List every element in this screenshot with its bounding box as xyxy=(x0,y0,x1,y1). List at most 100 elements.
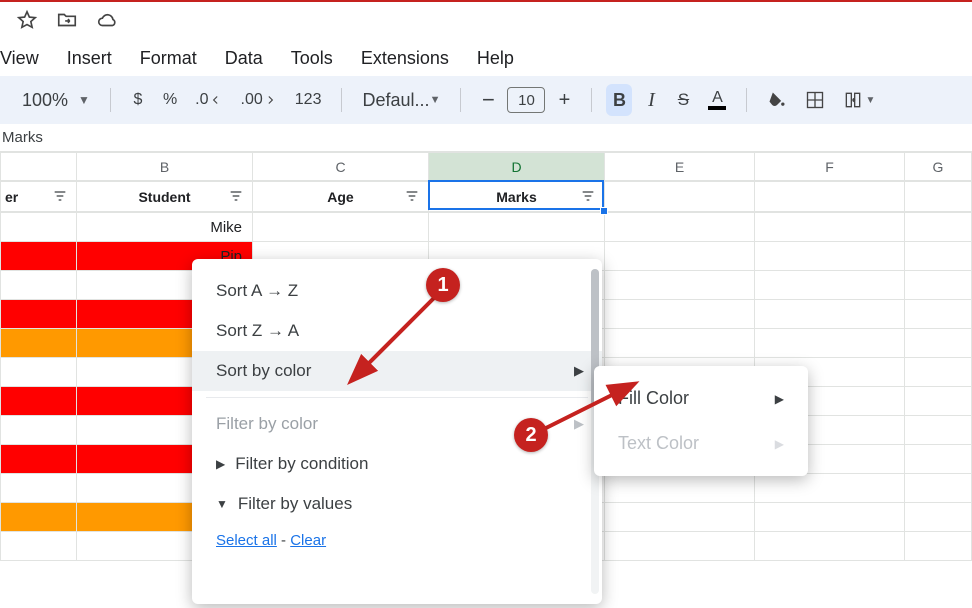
cell-empty[interactable] xyxy=(605,271,755,300)
menu-format[interactable]: Format xyxy=(140,42,197,75)
star-icon[interactable] xyxy=(16,9,38,34)
header-empty-g[interactable] xyxy=(905,182,972,212)
table-row[interactable]: Mike xyxy=(1,213,972,242)
cell-marks[interactable] xyxy=(429,213,605,242)
cell-empty[interactable] xyxy=(905,300,972,329)
cell-empty[interactable] xyxy=(755,213,905,242)
strikethrough-button[interactable]: S xyxy=(670,84,696,116)
col-letter-d[interactable]: D xyxy=(429,153,605,181)
zoom-dropdown[interactable]: 100% ▼ xyxy=(16,84,96,116)
col-letter-empty[interactable] xyxy=(1,153,77,181)
cell-number[interactable] xyxy=(1,358,77,387)
decrease-decimal-button[interactable]: .0 xyxy=(189,84,228,116)
cell-number[interactable] xyxy=(1,503,77,532)
font-family-dropdown[interactable]: Defaul... ▼ xyxy=(356,84,446,116)
cell-empty[interactable] xyxy=(755,532,905,561)
cell-empty[interactable] xyxy=(905,387,972,416)
number-format-button[interactable]: 123 xyxy=(289,84,328,116)
header-student[interactable]: Student xyxy=(77,182,253,212)
cell-empty[interactable] xyxy=(605,474,755,503)
cell-empty[interactable] xyxy=(905,329,972,358)
menu-insert[interactable]: Insert xyxy=(67,42,112,75)
cell-number[interactable] xyxy=(1,329,77,358)
filter-icon[interactable] xyxy=(228,188,244,204)
cell-empty[interactable] xyxy=(755,271,905,300)
menu-data[interactable]: Data xyxy=(225,42,263,75)
cell-empty[interactable] xyxy=(905,532,972,561)
cell-empty[interactable] xyxy=(605,300,755,329)
selection-handle[interactable] xyxy=(600,207,608,215)
sort-by-color[interactable]: Sort by color ▶ xyxy=(192,351,602,391)
cell-empty[interactable] xyxy=(905,213,972,242)
fill-color-option[interactable]: Fill Color ▶ xyxy=(594,376,808,421)
cell-empty[interactable] xyxy=(605,532,755,561)
cell-empty[interactable] xyxy=(605,329,755,358)
currency-button[interactable]: $ xyxy=(125,84,151,116)
cell-empty[interactable] xyxy=(905,242,972,271)
text-color-button[interactable]: A xyxy=(702,84,732,116)
col-letter-e[interactable]: E xyxy=(605,153,755,181)
move-folder-icon[interactable] xyxy=(56,9,78,34)
cell-empty[interactable] xyxy=(905,358,972,387)
col-letter-f[interactable]: F xyxy=(755,153,905,181)
menu-extensions[interactable]: Extensions xyxy=(361,42,449,75)
cell-empty[interactable] xyxy=(755,474,905,503)
cell-number[interactable] xyxy=(1,445,77,474)
font-size-decrease[interactable]: − xyxy=(475,84,501,116)
cell-empty[interactable] xyxy=(605,503,755,532)
percent-button[interactable]: % xyxy=(157,84,183,116)
header-empty-f[interactable] xyxy=(755,182,905,212)
clear-link[interactable]: Clear xyxy=(290,532,326,549)
cell-empty[interactable] xyxy=(905,474,972,503)
cell-number[interactable] xyxy=(1,271,77,300)
cell-student[interactable]: Mike xyxy=(77,213,253,242)
select-all-link[interactable]: Select all xyxy=(216,532,277,549)
cell-number[interactable] xyxy=(1,474,77,503)
sort-z-a[interactable]: Sort Z → A xyxy=(192,311,602,351)
bold-button[interactable]: B xyxy=(606,84,632,116)
cell-empty[interactable] xyxy=(905,416,972,445)
col-letter-g[interactable]: G xyxy=(905,153,972,181)
header-empty-e[interactable] xyxy=(605,182,755,212)
menu-help[interactable]: Help xyxy=(477,42,514,75)
font-size-increase[interactable]: + xyxy=(551,84,577,116)
cell-empty[interactable] xyxy=(755,300,905,329)
col-letter-b[interactable]: B xyxy=(77,153,253,181)
cell-number[interactable] xyxy=(1,242,77,271)
filter-icon[interactable] xyxy=(404,188,420,204)
merge-cells-button[interactable]: ▼ xyxy=(837,84,881,116)
italic-button[interactable]: I xyxy=(638,84,664,116)
cell-empty[interactable] xyxy=(605,213,755,242)
cell-empty[interactable] xyxy=(755,503,905,532)
sort-a-z[interactable]: Sort A → Z xyxy=(192,271,602,311)
filter-icon[interactable] xyxy=(580,188,596,204)
borders-button[interactable] xyxy=(799,84,831,116)
menu-view[interactable]: View xyxy=(0,42,39,75)
header-marks[interactable]: Marks xyxy=(429,182,605,212)
font-size-input[interactable]: 10 xyxy=(507,87,545,113)
col-letter-c[interactable]: C xyxy=(253,153,429,181)
cell-number[interactable] xyxy=(1,213,77,242)
name-box-value[interactable]: Marks xyxy=(0,129,43,146)
filter-by-condition[interactable]: ▶ Filter by condition xyxy=(192,444,602,484)
cell-number[interactable] xyxy=(1,416,77,445)
cell-empty[interactable] xyxy=(755,242,905,271)
fill-color-button[interactable] xyxy=(761,84,793,116)
cloud-status-icon[interactable] xyxy=(96,9,118,34)
cell-age[interactable] xyxy=(253,213,429,242)
cell-empty[interactable] xyxy=(905,445,972,474)
filter-by-values[interactable]: ▼ Filter by values xyxy=(192,484,602,524)
header-number[interactable]: er xyxy=(1,182,77,212)
cell-empty[interactable] xyxy=(605,242,755,271)
cell-number[interactable] xyxy=(1,387,77,416)
increase-decimal-button[interactable]: .00 xyxy=(235,84,283,116)
filter-icon[interactable] xyxy=(52,188,68,204)
zoom-value: 100% xyxy=(22,90,68,111)
cell-empty[interactable] xyxy=(755,329,905,358)
cell-empty[interactable] xyxy=(905,503,972,532)
menu-tools[interactable]: Tools xyxy=(291,42,333,75)
cell-empty[interactable] xyxy=(905,271,972,300)
cell-number[interactable] xyxy=(1,532,77,561)
cell-number[interactable] xyxy=(1,300,77,329)
header-age[interactable]: Age xyxy=(253,182,429,212)
